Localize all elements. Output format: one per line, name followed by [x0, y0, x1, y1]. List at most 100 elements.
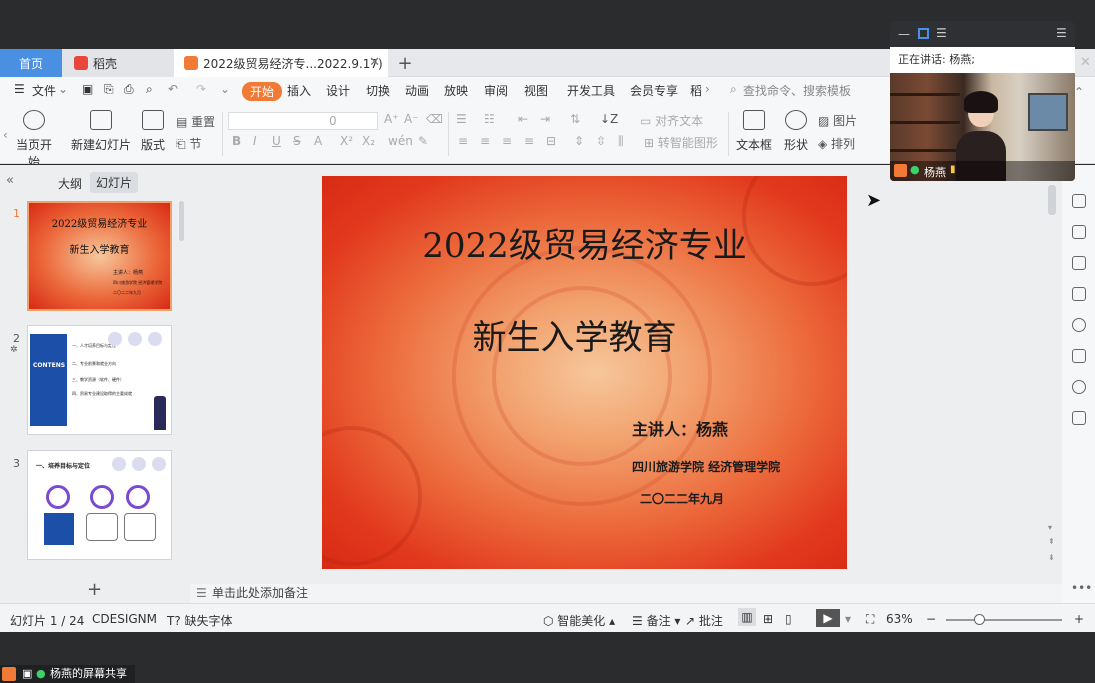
menu-design[interactable]: 设计	[326, 82, 350, 99]
missing-font-button[interactable]: T? 缺失字体	[167, 612, 233, 629]
redo-icon[interactable]: ↷	[196, 82, 206, 96]
star-icon[interactable]	[1072, 256, 1086, 270]
close-tab-icon[interactable]: ✕	[369, 55, 380, 70]
align-left-icon[interactable]: ≡	[458, 134, 468, 148]
list-icon[interactable]: ☰	[936, 26, 947, 40]
window-icon[interactable]	[918, 28, 929, 39]
slideshow-dropdown-icon[interactable]: ▾	[845, 612, 851, 626]
command-search-input[interactable]: 查找命令、搜索模板	[743, 82, 851, 99]
layout-button[interactable]: 版式	[138, 110, 168, 153]
bold-icon[interactable]: B	[232, 134, 241, 148]
decrease-indent-icon[interactable]: ⇤	[518, 112, 528, 126]
play-slideshow-icon[interactable]: ▶	[816, 609, 840, 627]
menu-daoke[interactable]: 稻	[690, 82, 702, 99]
textbox-button[interactable]: 文本框	[734, 110, 774, 153]
cube-icon[interactable]	[1072, 411, 1086, 425]
strikethrough-icon[interactable]: S	[293, 134, 301, 148]
arrange-button[interactable]: ◈ 排列	[818, 135, 855, 152]
settings-sliders-icon[interactable]	[1072, 225, 1086, 239]
align-center-icon[interactable]: ≡	[480, 134, 490, 148]
reading-view-icon[interactable]: ▯	[785, 612, 792, 626]
thumb-scrollbar[interactable]	[179, 201, 184, 241]
justify-icon[interactable]: ≡	[524, 134, 534, 148]
paragraph-spacing-icon[interactable]: ⇳	[596, 134, 606, 148]
slide-thumb-3[interactable]: 一、培养目标与定位	[27, 450, 172, 560]
zoom-slider-track[interactable]	[946, 619, 1062, 621]
next-slide-icon[interactable]: ⇟	[1048, 553, 1055, 562]
undo-icon[interactable]: ↶	[168, 82, 178, 96]
video-panel[interactable]: — ☰ ☰ 正在讲话: 杨燕; ● 杨燕 ▮	[890, 21, 1075, 181]
bullets-icon[interactable]: ☰	[456, 112, 467, 126]
notes-bar[interactable]: ☰ 单击此处添加备注	[190, 584, 1062, 603]
column-icon[interactable]: ⫼	[618, 134, 624, 149]
chevron-right-icon[interactable]: ›	[705, 82, 710, 96]
smart-beautify-button[interactable]: ⬡ 智能美化 ▴	[543, 612, 615, 629]
clear-format-icon[interactable]: ⌫	[426, 112, 443, 126]
phonetic-icon[interactable]: wén	[388, 134, 413, 148]
align-text-button[interactable]: ▭ 对齐文本	[640, 112, 703, 129]
menu-insert[interactable]: 插入	[287, 82, 311, 99]
grow-font-icon[interactable]: A⁺	[384, 112, 399, 126]
convert-smartart-button[interactable]: ⊞ 转智能图形	[644, 134, 718, 151]
highlight-icon[interactable]: ✎	[418, 134, 428, 148]
image-edit-icon[interactable]	[1072, 349, 1086, 363]
current-slide[interactable]: 2022级贸易经济专业 新生入学教育 主讲人：杨燕 四川旅游学院 经济管理学院 …	[322, 176, 847, 569]
export-icon[interactable]: ⎘	[104, 82, 114, 97]
rocket-icon[interactable]	[1072, 194, 1086, 208]
tab-home[interactable]: 首页	[0, 49, 62, 77]
canvas-scrollbar[interactable]	[1048, 185, 1056, 215]
zoom-out-icon[interactable]: −	[926, 612, 936, 626]
new-slide-button[interactable]: 新建幻灯片	[70, 110, 132, 153]
menu-start[interactable]: 开始	[242, 82, 283, 101]
tab-daoke[interactable]: 稻壳	[62, 49, 174, 77]
menu-view[interactable]: 视图	[524, 82, 548, 99]
menu-animation[interactable]: 动画	[405, 82, 429, 99]
close-panel-icon[interactable]: ✕	[1080, 55, 1091, 70]
menu-slideshow[interactable]: 放映	[444, 82, 468, 99]
print-icon[interactable]: ⎙	[124, 82, 134, 97]
superscript-icon[interactable]: X²	[340, 134, 353, 148]
theme-name[interactable]: CDESIGNM	[92, 612, 157, 626]
scroll-down-icon[interactable]: ▾	[1048, 523, 1052, 532]
slide-thumb-1[interactable]: 2022级贸易经济专业 新生入学教育 主讲人：杨燕 四川旅游学院 经济管理学院 …	[27, 201, 172, 311]
menu-review[interactable]: 审阅	[484, 82, 508, 99]
collapse-ribbon-icon[interactable]: ⌃	[1074, 85, 1084, 99]
text-direction-icon[interactable]: ⇅	[570, 112, 580, 126]
zoom-in-icon[interactable]: +	[1074, 612, 1084, 626]
prev-slide-icon[interactable]: ⇞	[1048, 537, 1055, 546]
menu-file[interactable]: 文件	[32, 82, 56, 99]
tab-slides[interactable]: 幻灯片	[90, 172, 139, 193]
play-from-current-button[interactable]: 当页开始	[12, 110, 56, 170]
ribbon-scroll-left-icon[interactable]: ‹	[3, 128, 8, 142]
slides-icon[interactable]	[1072, 287, 1086, 301]
font-size-box[interactable]: 0	[228, 112, 378, 130]
tab-document[interactable]: 2022级贸易经济专...2022.9.17) ✕	[174, 49, 388, 77]
minimize-icon[interactable]: —	[898, 27, 910, 41]
sort-icon[interactable]: ↓Z	[600, 112, 618, 126]
shrink-font-icon[interactable]: A⁻	[404, 112, 419, 126]
more-icon[interactable]: •••	[1071, 581, 1092, 595]
collapse-panel-icon[interactable]: «	[6, 173, 14, 188]
grid-view-icon[interactable]: ⊞	[763, 612, 773, 626]
line-spacing-icon[interactable]: ⇕	[574, 134, 584, 148]
location-icon[interactable]	[1072, 380, 1086, 394]
numbering-icon[interactable]: ☷	[484, 112, 495, 126]
italic-icon[interactable]: I	[253, 134, 257, 148]
align-right-icon[interactable]: ≡	[502, 134, 512, 148]
subscript-icon[interactable]: X₂	[362, 134, 375, 148]
underline-icon[interactable]: U	[272, 134, 281, 148]
comments-button[interactable]: ↗ 批注	[685, 612, 723, 629]
menu-transition[interactable]: 切换	[366, 82, 390, 99]
menu-icon[interactable]: ☰	[1056, 26, 1067, 40]
distribute-icon[interactable]: ⊟	[546, 134, 556, 148]
slide-thumb-2[interactable]: CONTENS 一、人才培养目标与定位 二、专业前景和就业方向 三、教学资源（软…	[27, 325, 172, 435]
font-color-icon[interactable]: A	[314, 134, 322, 148]
help-icon[interactable]	[1072, 318, 1086, 332]
section-button[interactable]: ⎗ 节	[176, 135, 201, 152]
zoom-level[interactable]: 63%	[886, 612, 913, 626]
shape-button[interactable]: 形状	[780, 110, 812, 153]
reset-button[interactable]: ▤ 重置	[176, 113, 215, 130]
picture-button[interactable]: ▨ 图片	[818, 112, 857, 129]
normal-view-icon[interactable]: ▥	[738, 608, 756, 626]
fit-window-icon[interactable]: ⛶	[866, 612, 874, 627]
